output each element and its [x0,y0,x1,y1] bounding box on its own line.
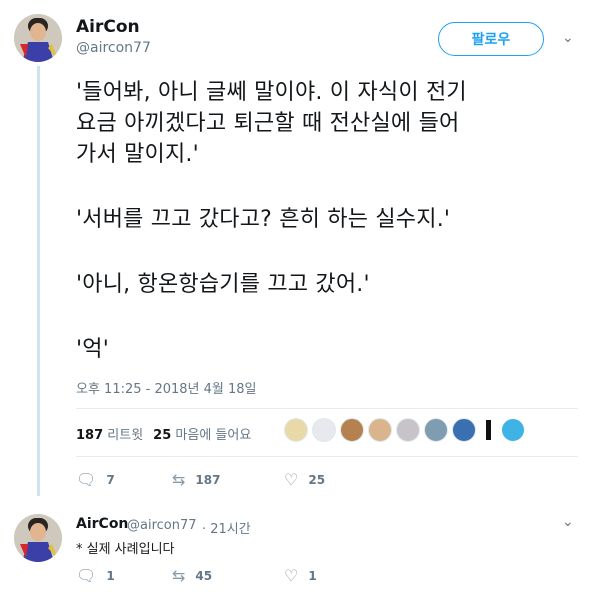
liker-avatar[interactable] [284,418,308,442]
divider [76,456,578,457]
like-count: 1 [308,568,317,583]
reply-author-name[interactable]: AirCon [76,516,128,532]
retweet-count: 187 [195,472,221,487]
liker-avatar[interactable] [368,418,392,442]
liker-avatar[interactable] [501,418,525,442]
tweet-stats: 187 리트윗 25 마음에 들어요 [76,424,251,443]
chevron-down-icon[interactable]: ⌄ [562,30,574,46]
like-stat-label: 마음에 들어요 [175,428,252,443]
tweet-timestamp[interactable]: 오후 11:25 - 2018년 4월 18일 [76,378,257,397]
reply-text: * 실제 사례입니다 [76,542,175,557]
retweet-count: 45 [195,568,213,583]
tweet-actions: 🗨 7 ⇆ 187 ♡ 25 [76,470,359,489]
like-button[interactable]: ♡ 1 [284,566,317,585]
liker-avatar[interactable] [312,418,336,442]
tweet-line: '억' [76,337,109,362]
retweet-button[interactable]: ⇆ 187 [172,470,250,489]
tweet-line: 요금 아끼겠다고 퇴근할 때 전산실에 들어 [76,111,460,136]
reply-time[interactable]: · 21시간 [202,518,251,537]
follow-button[interactable]: 팔로우 [438,22,544,56]
reply-icon: 🗨 [76,566,97,585]
liker-avatar[interactable] [424,418,448,442]
tweet-line: '서버를 끄고 갔다고? 흔히 하는 실수지.' [76,207,451,232]
heart-icon: ♡ [284,470,299,489]
avatar[interactable] [14,14,62,62]
reply-count: 7 [106,472,115,487]
liker-avatars [284,418,525,442]
retweet-stat-label: 리트윗 [107,428,144,443]
author-handle[interactable]: @aircon77 [76,40,151,56]
like-count: 25 [308,472,326,487]
author-name[interactable]: AirCon [76,17,140,37]
reply-button[interactable]: 🗨 1 [76,566,138,585]
reply-avatar[interactable] [14,514,62,562]
reply-actions: 🗨 1 ⇆ 45 ♡ 1 [76,566,351,585]
like-button[interactable]: ♡ 25 [284,470,325,489]
divider [76,408,578,409]
liker-avatar[interactable] [340,418,364,442]
retweet-icon: ⇆ [172,566,186,585]
chevron-down-icon[interactable]: ⌄ [562,514,574,530]
liker-avatar[interactable] [486,420,491,440]
retweet-button[interactable]: ⇆ 45 [172,566,250,585]
liker-avatar[interactable] [452,418,476,442]
reply-author-handle[interactable]: @aircon77 [127,518,197,533]
thread-line [37,66,40,496]
reply-count: 1 [106,568,115,583]
tweet-line: '아니, 항온항습기를 끄고 갔어.' [76,272,370,297]
like-stat-count: 25 [153,428,172,443]
reply-icon: 🗨 [76,470,97,489]
reply-button[interactable]: 🗨 7 [76,470,138,489]
retweet-stat-count: 187 [76,428,104,443]
retweet-icon: ⇆ [172,470,186,489]
tweet-line: 가서 말이지.' [76,142,199,167]
retweet-stat[interactable]: 187 리트윗 [76,424,143,443]
liker-avatar[interactable] [396,418,420,442]
like-stat[interactable]: 25 마음에 들어요 [153,424,251,443]
heart-icon: ♡ [284,566,299,585]
tweet-line: '들어봐, 아니 글쎄 말이야. 이 자식이 전기 [76,80,467,105]
